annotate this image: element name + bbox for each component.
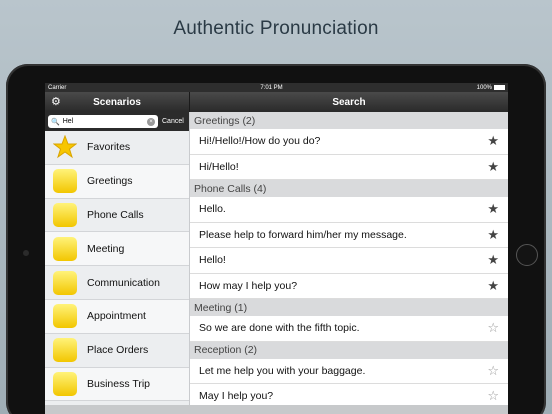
- sidebar-item-greetings[interactable]: Greetings: [45, 164, 189, 199]
- sidebar-item-label: Place Orders: [87, 344, 149, 357]
- section-header: Greetings (2): [190, 112, 508, 129]
- battery-percent: 100%: [476, 84, 492, 91]
- gear-icon[interactable]: ⚙: [51, 95, 61, 108]
- star-outline-icon[interactable]: ☆: [487, 388, 499, 404]
- clear-icon[interactable]: ×: [147, 117, 155, 126]
- search-icon: 🔍: [51, 118, 60, 126]
- sidebar-item-favorites[interactable]: Favorites: [45, 131, 189, 165]
- cancel-button[interactable]: Cancel: [162, 118, 184, 125]
- result-row[interactable]: Hi/Hello! ★: [190, 154, 508, 180]
- sidebar-item-label: Greetings: [87, 175, 133, 188]
- communication-icon: [53, 270, 77, 295]
- phrase-text: Hello!: [199, 254, 226, 267]
- business-trip-icon: [53, 371, 77, 396]
- search-input[interactable]: 🔍 Hel ×: [48, 115, 158, 128]
- result-row[interactable]: Hello. ★: [190, 197, 508, 223]
- meeting-icon: [53, 236, 77, 261]
- search-value: Hel: [62, 118, 74, 125]
- sidebar-item-phone-calls[interactable]: Phone Calls: [45, 198, 189, 233]
- battery-icon: [494, 85, 505, 90]
- result-row[interactable]: Please help to forward him/her my messag…: [190, 222, 508, 248]
- nav-bar: ⚙ Scenarios Search: [45, 92, 508, 112]
- star-filled-icon[interactable]: ★: [487, 201, 499, 217]
- sidebar-item-label: Favorites: [87, 141, 131, 154]
- app-screen: Carrier 7:01 PM 100% ⚙ Scenarios Search …: [45, 83, 508, 414]
- star-outline-icon[interactable]: ☆: [487, 363, 499, 379]
- result-row[interactable]: So we are done with the fifth topic. ☆: [190, 316, 508, 342]
- scenarios-title: Scenarios: [93, 96, 141, 108]
- sidebar-item-label: Communication: [87, 276, 160, 289]
- greetings-icon: [53, 169, 77, 194]
- result-row[interactable]: Hi!/Hello!/How do you do? ★: [190, 129, 508, 155]
- sidebar-item-label: Phone Calls: [87, 208, 144, 221]
- phrase-text: Hi/Hello!: [199, 160, 239, 173]
- clock: 7:01 PM: [260, 84, 283, 91]
- section-header: Reception (2): [190, 341, 508, 359]
- phone-calls-icon: [53, 202, 77, 227]
- phrase-text: Hi!/Hello!/How do you do?: [199, 135, 321, 148]
- phrase-text: Let me help you with your baggage.: [199, 364, 366, 377]
- camera-icon: [23, 250, 29, 256]
- sidebar-item-place-orders[interactable]: Place Orders: [45, 333, 189, 368]
- sidebar-item-label: Meeting: [87, 242, 125, 255]
- result-row[interactable]: Hello! ★: [190, 248, 508, 274]
- section-header: Phone Calls (4): [190, 180, 508, 197]
- sidebar-item-meeting[interactable]: Meeting: [45, 232, 189, 267]
- sidebar-item-label: Appointment: [87, 310, 146, 323]
- headline: Authentic Pronunciation: [173, 18, 379, 39]
- sidebar-item-appointment[interactable]: Appointment: [45, 299, 189, 334]
- phrase-text: How may I help you?: [199, 279, 298, 292]
- section-header: Meeting (1): [190, 299, 508, 316]
- result-row[interactable]: Let me help you with your baggage. ☆: [190, 358, 508, 384]
- star-icon: [52, 134, 78, 159]
- star-outline-icon[interactable]: ☆: [487, 320, 499, 336]
- search-bar: 🔍 Hel × Cancel: [45, 112, 189, 131]
- home-button[interactable]: [516, 244, 538, 266]
- place-orders-icon: [53, 338, 77, 363]
- phrase-text: So we are done with the fifth topic.: [199, 322, 360, 335]
- result-row[interactable]: How may I help you? ★: [190, 273, 508, 299]
- phrase-text: May I help you?: [199, 390, 274, 403]
- phrase-text: Hello.: [199, 203, 226, 216]
- status-bar: Carrier 7:01 PM 100%: [45, 83, 508, 92]
- sidebar-item-business-trip[interactable]: Business Trip: [45, 367, 189, 402]
- star-filled-icon[interactable]: ★: [487, 278, 499, 294]
- scenario-sidebar: 🔍 Hel × Cancel Favorites Greetings Phone C…: [45, 112, 190, 414]
- phrase-text: Please help to forward him/her my messag…: [199, 228, 407, 241]
- star-filled-icon[interactable]: ★: [487, 133, 499, 149]
- star-filled-icon[interactable]: ★: [487, 252, 499, 268]
- sidebar-item-communication[interactable]: Communication: [45, 266, 189, 300]
- star-filled-icon[interactable]: ★: [487, 227, 499, 243]
- search-title: Search: [332, 96, 366, 108]
- appointment-icon: [53, 304, 77, 329]
- star-filled-icon[interactable]: ★: [487, 159, 499, 175]
- carrier-label: Carrier: [48, 84, 67, 91]
- search-results: Greetings (2) Hi!/Hello!/How do you do? ★ H…: [190, 112, 508, 414]
- sidebar-item-label: Business Trip: [87, 377, 151, 390]
- bottom-toolbar: [45, 405, 508, 414]
